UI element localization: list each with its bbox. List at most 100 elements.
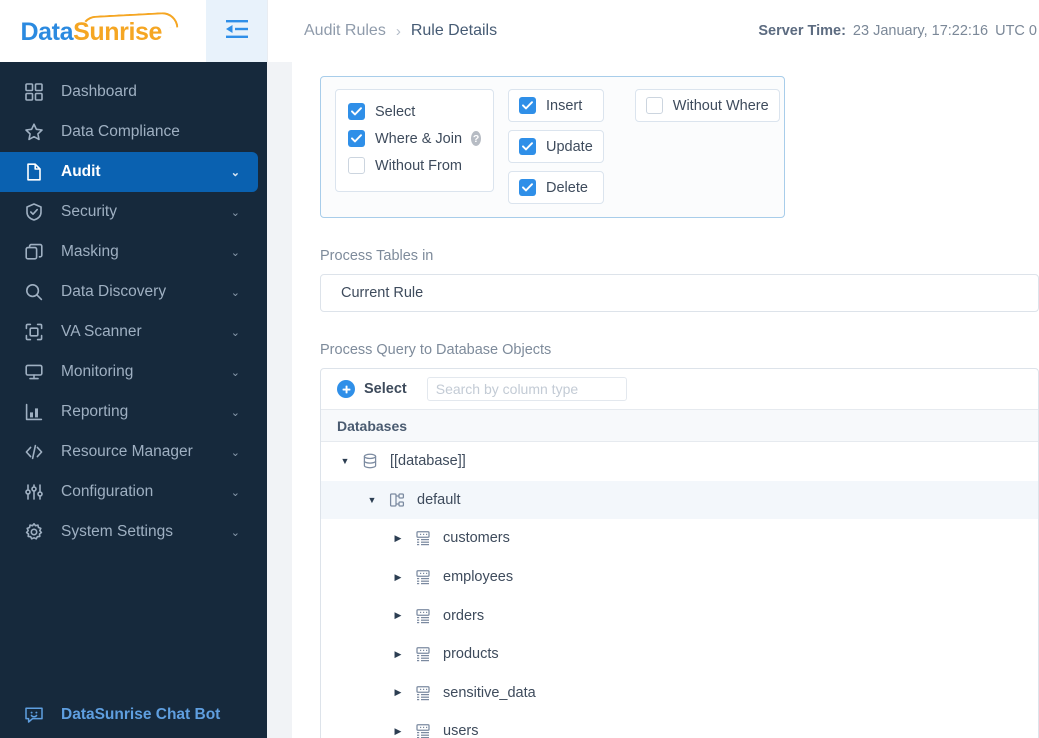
- tree-row-table-users[interactable]: ▶ users: [321, 712, 1038, 738]
- sidebar-item-masking[interactable]: Masking ⌄: [0, 232, 258, 272]
- schema-icon: [388, 491, 406, 509]
- sidebar-item-label: Dashboard: [61, 83, 137, 100]
- sidebar-item-security[interactable]: Security ⌄: [0, 192, 258, 232]
- chevron-down-icon: ⌄: [230, 406, 240, 419]
- shield-icon: [23, 201, 45, 223]
- tree-row-table-employees[interactable]: ▶ employees: [321, 558, 1038, 597]
- checkbox-label: Delete: [546, 179, 588, 196]
- collapse-sidebar-button[interactable]: [206, 0, 267, 62]
- process-query-section: Process Query to Database Objects Select: [320, 342, 1039, 738]
- checkbox-without-from[interactable]: [348, 157, 365, 174]
- tree-row-database[interactable]: ▼ [[database]]: [321, 442, 1038, 481]
- sidebar-item-audit[interactable]: Audit ⌄: [0, 152, 258, 192]
- select-operations-group: Select Where & Join ? Without From: [335, 89, 494, 192]
- expand-toggle-icon[interactable]: ▶: [392, 533, 404, 544]
- checkbox-row-where-join[interactable]: Where & Join ?: [348, 125, 481, 152]
- grid-icon: [23, 81, 45, 103]
- tree-row-label: products: [443, 646, 499, 663]
- expand-toggle-icon[interactable]: ▼: [339, 456, 351, 466]
- table-icon: [414, 684, 432, 702]
- chevron-down-icon: ⌄: [230, 446, 240, 459]
- help-icon[interactable]: ?: [471, 131, 481, 146]
- sidebar-item-label: Data Compliance: [61, 123, 180, 140]
- sidebar-item-monitoring[interactable]: Monitoring ⌄: [0, 352, 258, 392]
- brand-logo[interactable]: DataSunrise: [0, 0, 206, 62]
- checkbox-label: Update: [546, 138, 593, 155]
- server-time: Server Time: 23 January, 17:22:16 UTC 0: [758, 23, 1039, 39]
- monitor-icon: [23, 361, 45, 383]
- tree-row-schema-default[interactable]: ▼ default: [321, 480, 1038, 520]
- sidebar-item-data-discovery[interactable]: Data Discovery ⌄: [0, 272, 258, 312]
- sidebar-item-va-scanner[interactable]: VA Scanner ⌄: [0, 312, 258, 352]
- breadcrumb: Audit Rules › Rule Details: [304, 22, 497, 40]
- checkbox-select[interactable]: [348, 103, 365, 120]
- server-time-value: 23 January, 17:22:16: [852, 23, 989, 39]
- chat-bubble-icon: [23, 704, 45, 726]
- sidebar-item-configuration[interactable]: Configuration ⌄: [0, 472, 258, 512]
- tree-row-label: customers: [443, 530, 510, 547]
- checkbox-row-without-where[interactable]: Without Where: [634, 89, 780, 122]
- expand-toggle-icon[interactable]: ▶: [392, 726, 404, 737]
- expand-toggle-icon[interactable]: ▶: [392, 572, 404, 583]
- tree-row-label: employees: [443, 569, 514, 586]
- checkbox-without-where[interactable]: [645, 97, 663, 114]
- chevron-down-icon: ⌄: [230, 486, 240, 499]
- chevron-down-icon: ⌄: [230, 286, 240, 299]
- operation-types-panel: Select Where & Join ? Without From Inser…: [320, 76, 785, 218]
- expand-toggle-icon[interactable]: ▶: [392, 687, 404, 698]
- tree-column-header: Databases: [321, 410, 1038, 442]
- checkbox-delete[interactable]: [519, 179, 536, 196]
- checkbox-update[interactable]: [519, 138, 536, 155]
- sidebar-item-label: Resource Manager: [61, 443, 193, 460]
- breadcrumb-parent-link[interactable]: Audit Rules: [304, 22, 386, 40]
- plus-circle-icon[interactable]: [337, 380, 355, 398]
- tree-row-table-sensitive-data[interactable]: ▶ sensitive_data: [321, 674, 1038, 713]
- chevron-down-icon: ⌄: [230, 166, 240, 179]
- breadcrumb-separator-icon: ›: [395, 22, 401, 40]
- chevron-down-icon: ⌄: [230, 526, 240, 539]
- tree-row-label: [[database]]: [390, 453, 466, 470]
- tree-toolbar: Select: [321, 369, 1038, 410]
- tree-row-table-orders[interactable]: ▶ orders: [321, 596, 1038, 635]
- expand-toggle-icon[interactable]: ▼: [366, 495, 378, 505]
- checkbox-where-join[interactable]: [348, 130, 365, 147]
- checkbox-row-select[interactable]: Select: [348, 98, 481, 125]
- checkbox-label: Select: [375, 103, 416, 120]
- expand-toggle-icon[interactable]: ▶: [392, 649, 404, 660]
- process-tables-select[interactable]: Current Rule: [320, 274, 1039, 312]
- chevron-down-icon: ⌄: [230, 366, 240, 379]
- tree-row-table-products[interactable]: ▶ products: [321, 635, 1038, 674]
- database-objects-tree-panel: Select Databases ▼: [320, 368, 1039, 738]
- checkbox-label: Insert: [546, 97, 583, 114]
- chevron-down-icon: ⌄: [230, 206, 240, 219]
- sidebar-item-dashboard[interactable]: Dashboard: [0, 72, 258, 112]
- sidebar-item-reporting[interactable]: Reporting ⌄: [0, 392, 258, 432]
- without-where-group: Without Where: [634, 89, 780, 122]
- table-icon: [414, 645, 432, 663]
- checkbox-insert[interactable]: [519, 97, 536, 114]
- tree-row-label: sensitive_data: [443, 684, 536, 701]
- sidebar-item-label: Configuration: [61, 483, 154, 500]
- sidebar-item-system-settings[interactable]: System Settings ⌄: [0, 512, 258, 552]
- tree-row-table-customers[interactable]: ▶ customers: [321, 519, 1038, 558]
- server-time-label: Server Time:: [758, 23, 846, 39]
- sidebar-item-resource-manager[interactable]: Resource Manager ⌄: [0, 432, 258, 472]
- chatbot-launcher[interactable]: DataSunrise Chat Bot: [0, 692, 267, 738]
- checkbox-label: Without Where: [672, 97, 769, 114]
- checkbox-row-insert[interactable]: Insert: [508, 89, 604, 122]
- checkbox-row-delete[interactable]: Delete: [508, 171, 604, 204]
- sidebar-item-data-compliance[interactable]: Data Compliance: [0, 112, 258, 152]
- sidebar-nav: Dashboard Data Compliance Audit ⌄ Securi…: [0, 72, 267, 692]
- sidebar-item-label: Reporting: [61, 403, 129, 420]
- sidebar-item-label: System Settings: [61, 523, 173, 540]
- search-by-column-type-input[interactable]: [426, 377, 627, 401]
- expand-toggle-icon[interactable]: ▶: [392, 610, 404, 621]
- tree-row-label: users: [443, 723, 479, 738]
- process-query-label: Process Query to Database Objects: [320, 342, 552, 358]
- checkbox-row-without-from[interactable]: Without From: [348, 152, 481, 179]
- process-tables-field: Process Tables in Current Rule: [320, 248, 1039, 312]
- tree-column-header-label: Databases: [337, 417, 408, 434]
- logo-text-data: Data: [20, 18, 74, 46]
- tree-select-button[interactable]: Select: [364, 381, 407, 397]
- checkbox-row-update[interactable]: Update: [508, 130, 604, 163]
